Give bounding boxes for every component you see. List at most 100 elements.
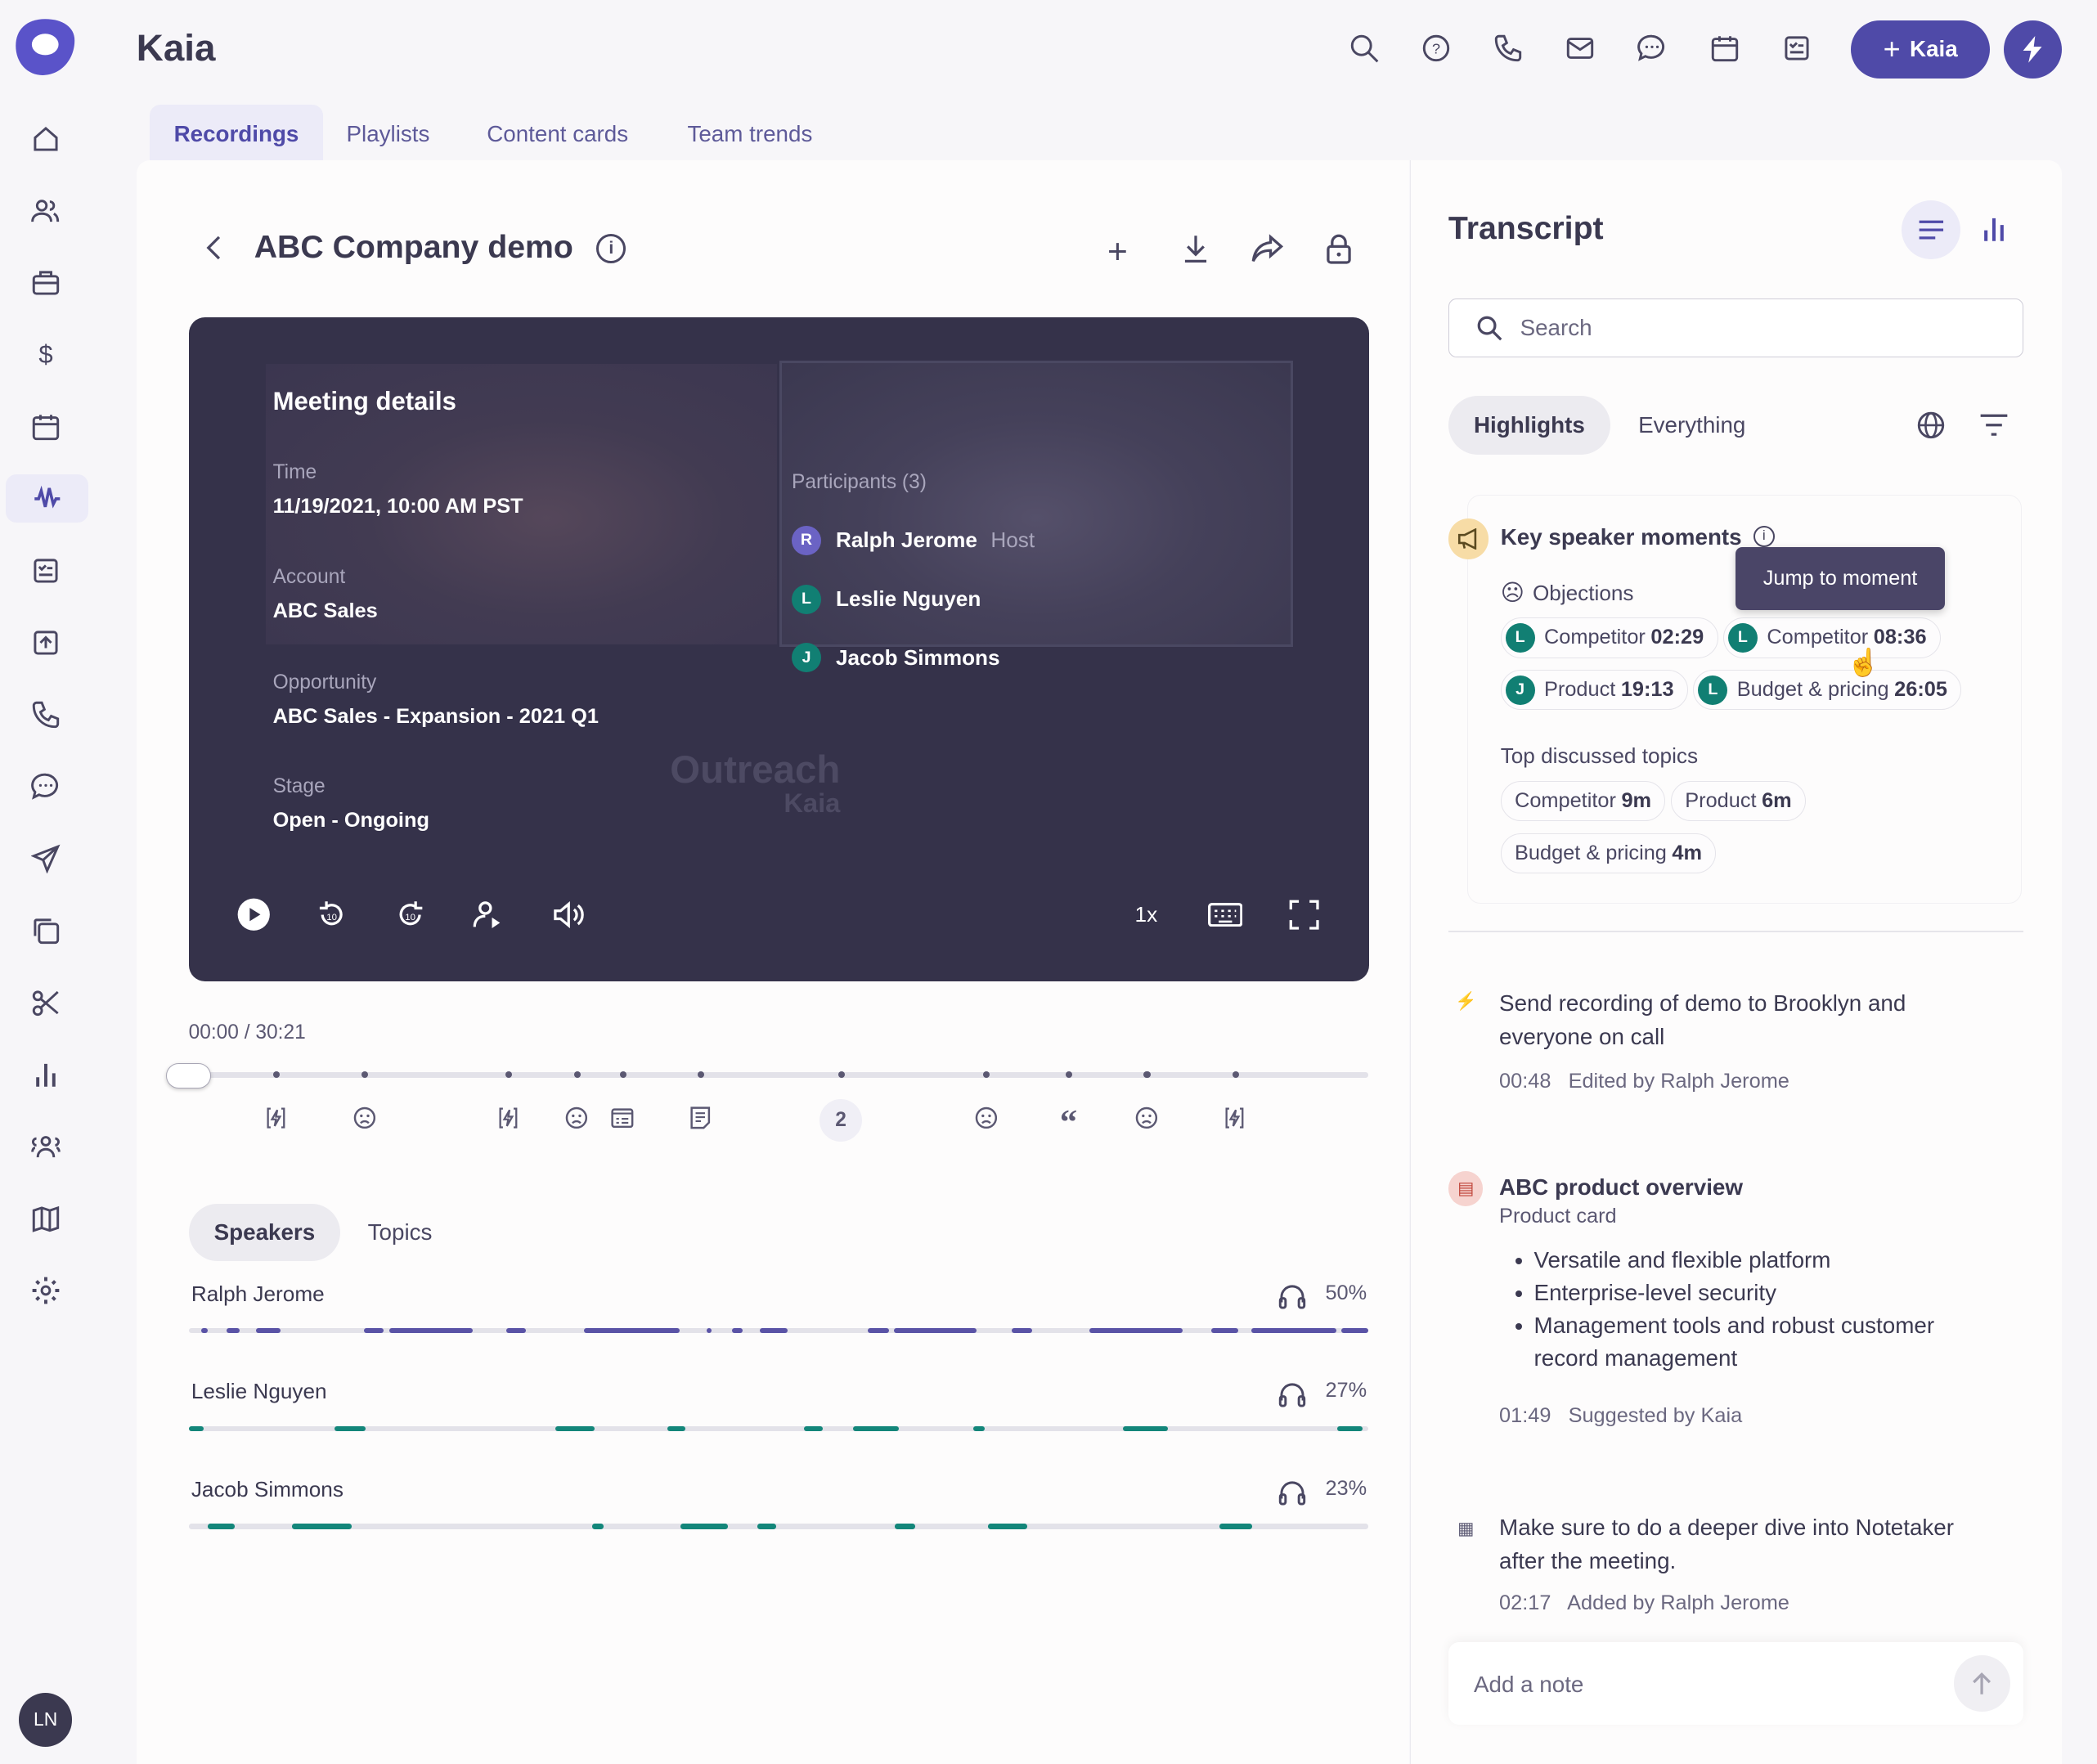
note-icon[interactable] <box>686 1103 716 1133</box>
bolt-icon[interactable] <box>261 1103 290 1133</box>
objection-chip[interactable]: L Budget & pricing 26:05 <box>1693 670 1962 711</box>
timeline-marker[interactable] <box>620 1071 627 1078</box>
logo[interactable] <box>13 16 77 78</box>
transcript-view-button[interactable] <box>1902 200 1961 260</box>
lightning-button[interactable] <box>2003 20 2063 79</box>
tab-playlists[interactable]: Playlists <box>322 105 454 161</box>
chat-icon[interactable] <box>1637 32 1668 64</box>
playback-speed-button[interactable]: 1x <box>1126 895 1166 935</box>
frown-icon[interactable] <box>1132 1103 1161 1133</box>
sidebar-item-send[interactable] <box>19 834 72 882</box>
frown-icon[interactable] <box>349 1103 379 1133</box>
talk-segment[interactable] <box>1340 1327 1368 1334</box>
talk-segment[interactable] <box>226 1327 240 1334</box>
tab-recordings[interactable]: Recordings <box>150 104 323 161</box>
add-icon[interactable]: + <box>1107 233 1128 272</box>
talk-segment[interactable] <box>1089 1327 1183 1334</box>
sidebar-item-copy[interactable] <box>19 906 72 954</box>
talk-segment[interactable] <box>852 1425 899 1432</box>
topic-chip[interactable]: Competitor 9m <box>1500 780 1666 821</box>
talk-segment[interactable] <box>388 1327 474 1334</box>
download-icon[interactable] <box>1181 233 1210 265</box>
talk-segment[interactable] <box>988 1524 1027 1529</box>
talk-segment[interactable] <box>732 1327 743 1334</box>
talk-segment[interactable] <box>1251 1327 1336 1334</box>
talk-segment[interactable] <box>706 1327 712 1334</box>
speaker-talk-track[interactable] <box>188 1524 1368 1529</box>
talk-segment[interactable] <box>757 1524 776 1529</box>
headphones-icon[interactable] <box>1278 1380 1307 1407</box>
sidebar-item-analytics[interactable] <box>19 1050 72 1098</box>
mail-icon[interactable] <box>1565 32 1596 64</box>
kaia-button[interactable]: + Kaia <box>1851 20 1991 79</box>
sidebar-item-map[interactable] <box>19 1194 72 1242</box>
talk-segment[interactable] <box>895 1524 915 1529</box>
objection-chip[interactable]: J Product 19:13 <box>1500 670 1688 711</box>
talk-segment[interactable] <box>188 1425 204 1432</box>
add-note-input[interactable]: Add a note <box>1448 1642 2024 1726</box>
lock-icon[interactable] <box>1324 233 1354 265</box>
talk-segment[interactable] <box>1337 1425 1363 1432</box>
talk-segment[interactable] <box>1210 1327 1239 1334</box>
frown-icon[interactable] <box>562 1103 591 1133</box>
topic-chip[interactable]: Product 6m <box>1670 780 1807 821</box>
tab-speakers[interactable]: Speakers <box>188 1203 341 1261</box>
sidebar-item-contacts[interactable] <box>19 187 72 236</box>
timeline-marker[interactable] <box>698 1071 705 1078</box>
sidebar-item-dollar[interactable]: $ <box>19 331 72 379</box>
sidebar-item-chat[interactable] <box>19 762 72 810</box>
timeline-marker[interactable] <box>837 1071 846 1078</box>
objection-chip[interactable]: L Competitor 02:29 <box>1500 617 1718 658</box>
topic-chip[interactable]: Budget & pricing 4m <box>1500 833 1717 873</box>
timeline-scrubber[interactable] <box>188 1071 1368 1078</box>
talk-segment[interactable] <box>292 1524 352 1529</box>
talk-segment[interactable] <box>972 1425 986 1432</box>
tab-topics[interactable]: Topics <box>368 1219 433 1246</box>
volume-button[interactable] <box>548 895 588 935</box>
talk-segment[interactable] <box>1012 1327 1032 1334</box>
share-icon[interactable] <box>1251 233 1286 265</box>
language-button[interactable] <box>1916 411 1946 440</box>
speaker-talk-track[interactable] <box>188 1327 1368 1334</box>
filter-button[interactable] <box>1979 413 2009 437</box>
transcript-item[interactable]: ⚡ Send recording of demo to Brooklyn and… <box>1455 957 2023 1119</box>
objection-chip[interactable]: L Competitor 08:36 <box>1723 617 1941 658</box>
sidebar-item-tasks[interactable] <box>19 546 72 595</box>
send-note-button[interactable] <box>1954 1655 2010 1712</box>
timeline-marker[interactable] <box>983 1071 990 1078</box>
video-player[interactable]: Outreach Kaia Meeting details Time 11/19/2… <box>188 316 1370 982</box>
sidebar-item-settings[interactable] <box>19 1266 72 1314</box>
sidebar-item-calendar[interactable] <box>19 403 72 451</box>
scrubber-handle[interactable] <box>165 1062 212 1089</box>
tab-team-trends[interactable]: Team trends <box>663 105 837 161</box>
fullscreen-button[interactable] <box>1284 895 1324 935</box>
back-button[interactable] <box>200 233 227 263</box>
talk-segment[interactable] <box>667 1425 685 1432</box>
talk-segment[interactable] <box>555 1425 595 1432</box>
tab-content-cards[interactable]: Content cards <box>463 105 653 161</box>
sidebar-item-team[interactable] <box>19 1122 72 1170</box>
sidebar-item-phone[interactable] <box>19 690 72 738</box>
stats-button[interactable] <box>1979 214 2009 244</box>
headphones-icon[interactable] <box>1278 1282 1307 1309</box>
help-icon[interactable]: ? <box>1420 32 1452 64</box>
transcript-search[interactable]: Search <box>1448 298 2024 357</box>
user-avatar[interactable]: LN <box>18 1693 73 1747</box>
sidebar-item-upload[interactable] <box>19 618 72 667</box>
forward-10-button[interactable]: 10 <box>390 895 430 935</box>
bolt-icon[interactable] <box>493 1103 523 1133</box>
product-card-item[interactable]: ▤ ABC product overview Product card Vers… <box>1448 1144 2023 1458</box>
rewind-10-button[interactable]: 10 <box>312 895 352 935</box>
play-button[interactable] <box>234 895 274 935</box>
sidebar-item-waveform[interactable] <box>5 474 88 523</box>
speaker-talk-track[interactable] <box>188 1425 1368 1432</box>
card-icon[interactable] <box>608 1103 637 1133</box>
sidebar-item-scissors[interactable] <box>19 978 72 1026</box>
talk-segment[interactable] <box>583 1327 680 1334</box>
talk-segment[interactable] <box>335 1425 366 1432</box>
sidebar-item-briefcase[interactable] <box>19 259 72 307</box>
search-icon[interactable] <box>1348 32 1380 64</box>
calendar-icon[interactable] <box>1709 32 1740 64</box>
talk-segment[interactable] <box>505 1327 527 1334</box>
timeline-marker[interactable] <box>505 1071 513 1078</box>
